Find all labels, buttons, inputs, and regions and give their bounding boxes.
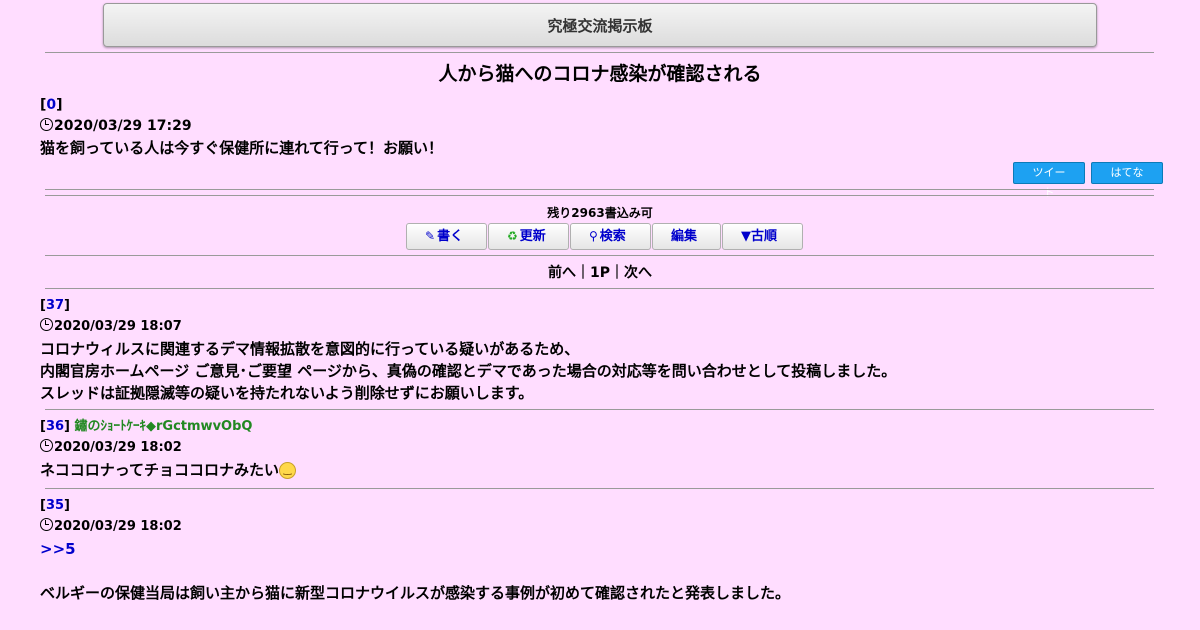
post-header: [0] [40,97,63,113]
edit-button[interactable]: 編集 [652,223,721,250]
post-number-link[interactable]: 0 [46,97,56,113]
divider [45,488,1154,489]
remaining-posts: 残り2963書込み可 [547,206,653,220]
refresh-button[interactable]: ♻ 更新 [488,223,569,250]
divider [45,409,1154,410]
post-date-text: 2020/03/29 18:07 [54,319,182,334]
post-header: [35] [40,498,70,513]
post-body: コロナウィルスに関連するデマ情報拡散を意図的に行っている疑いがあるため、 内閣官… [40,338,1150,404]
post-body: >>5 ベルギーの保健当局は飼い主から猫に新型コロナウイルスが感染する事例が初め… [40,538,1150,604]
post: [35] 2020/03/29 18:02 >>5 ベルギーの保健当局は飼い主か… [40,496,1150,604]
divider [45,52,1154,53]
board-title[interactable]: 究極交流掲示板 [103,3,1097,47]
post-number-link[interactable]: 36 [46,419,64,434]
tweet-button[interactable]: ツイート [1013,162,1085,199]
post-header: [36] 鏽のｼｮｰﾄｹｰｷ◆rGctmwvObQ [40,419,253,434]
post-header: [37] [40,298,70,313]
current-page: 1P [589,265,610,281]
pager-separator: ｜ [575,265,590,281]
smiling-face-icon: ‿ [278,462,296,479]
clock-icon [40,318,53,331]
poster-name: 鏽のｼｮｰﾄｹｰｷ◆rGctmwvObQ [74,419,253,434]
write-label: 書く [437,229,464,244]
prev-page-link[interactable]: 前へ [548,265,576,281]
post-date-text: 2020/03/29 18:02 [54,519,182,534]
magnifier-icon: ⚲ [589,229,598,243]
pager-separator: ｜ [610,265,624,281]
op-post: [0] 2020/03/29 17:29 猫を飼っている人は今すぐ保健所に連れて… [40,95,1150,159]
pager: 前へ｜1P｜次へ [0,262,1200,282]
clock-icon [40,118,53,131]
post-date: 2020/03/29 18:07 [40,316,1150,338]
post: [37] 2020/03/29 18:07 コロナウィルスに関連するデマ情報拡散… [40,296,1150,404]
divider [45,255,1154,256]
clock-icon [40,439,53,452]
divider [45,288,1154,289]
divider [45,189,1154,190]
post-date-text: 2020/03/29 18:02 [54,440,182,455]
search-label: 検索 [599,229,626,244]
post-body: ネココロナってチョココロナみたい ‿ [40,459,1150,481]
post: [36] 鏽のｼｮｰﾄｹｰｷ◆rGctmwvObQ 2020/03/29 18:… [40,417,1150,481]
share-buttons: ツイート はてな [1013,162,1163,199]
action-menu: ✎ 書く ♻ 更新 ⚲ 検索 編集 ▼古順 [406,223,803,250]
post-line: 内閣官房ホームページ ご意見･ご要望 ページから、真偽の確認とデマであった場合の… [40,362,897,380]
pencil-icon: ✎ [425,229,436,243]
post-number-link[interactable]: 37 [46,298,64,313]
post-line: スレッドは証拠隠滅等の疑いを持たれないよう削除せずにお願いします。 [40,384,534,402]
clock-icon [40,518,53,531]
post-date: 2020/03/29 18:02 [40,437,1150,459]
post-line: ベルギーの保健当局は飼い主から猫に新型コロナウイルスが感染する事例が初めて確認さ… [40,584,791,602]
post-body: 猫を飼っている人は今すぐ保健所に連れて行って！お願い！ [40,139,444,157]
recycle-icon: ♻ [507,229,518,243]
post-line: コロナウィルスに関連するデマ情報拡散を意図的に行っている疑いがあるため、 [40,340,580,358]
divider [45,195,1154,196]
search-button[interactable]: ⚲ 検索 [570,223,651,250]
next-page-link[interactable]: 次へ [624,265,652,281]
post-number-link[interactable]: 35 [46,498,64,513]
sort-old-button[interactable]: ▼古順 [722,223,803,250]
post-line: ネココロナってチョココロナみたい [40,461,279,479]
post-date-text: 2020/03/29 17:29 [54,118,192,134]
write-button[interactable]: ✎ 書く [406,223,487,250]
refresh-label: 更新 [519,229,546,244]
post-date: 2020/03/29 18:02 [40,516,1150,538]
thread-title: 人から猫へのコロナ感染が確認される [438,63,762,85]
post-date: 2020/03/29 17:29 [40,115,1150,137]
hatena-button[interactable]: はてな [1091,162,1163,184]
reply-anchor-link[interactable]: >>5 [40,538,1150,560]
